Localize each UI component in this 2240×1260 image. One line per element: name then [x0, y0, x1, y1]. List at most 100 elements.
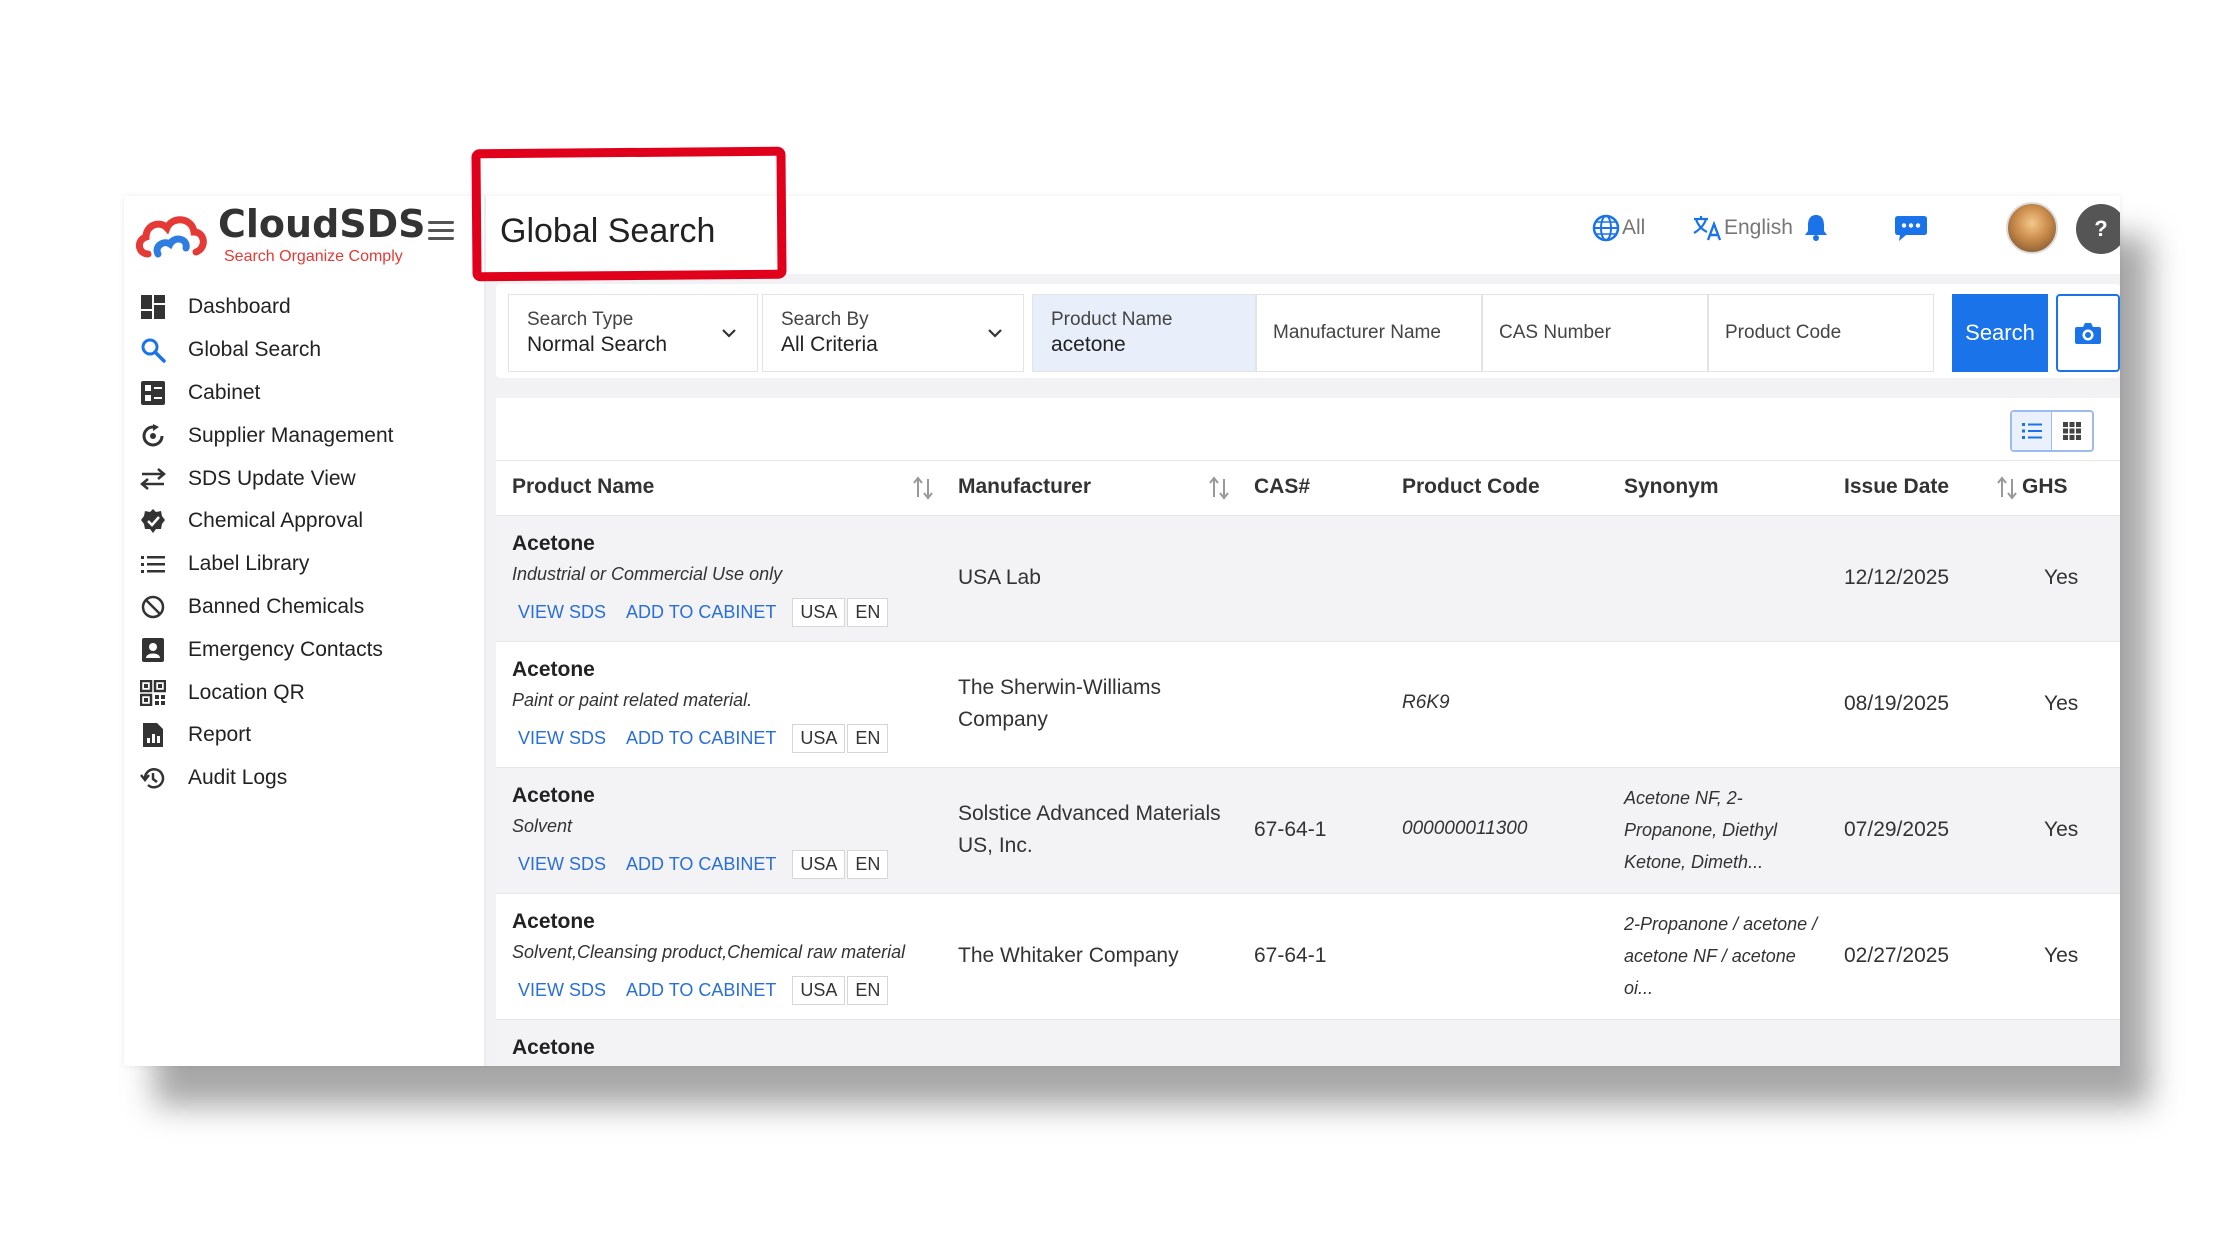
sidebar-item-report[interactable]: Report	[124, 714, 486, 757]
issue-date-cell: 08/19/2025	[1844, 692, 1950, 715]
camera-search-button[interactable]	[2056, 294, 2120, 372]
grid-view-button[interactable]	[2052, 412, 2092, 450]
sidebar-item-label-library[interactable]: Label Library	[124, 543, 486, 586]
product-use: Industrial or Commercial Use only	[512, 564, 783, 584]
add-to-cabinet-link[interactable]: ADD TO CABINET	[620, 598, 782, 627]
view-sds-link[interactable]: VIEW SDS	[512, 850, 612, 879]
sidebar-item-label: SDS Update View	[188, 466, 356, 490]
product-name: Acetone	[512, 658, 595, 681]
sidebar-item-label: Emergency Contacts	[188, 637, 383, 661]
search-type-select[interactable]: Search Type Normal Search	[508, 294, 758, 372]
search-by-label: Search By	[781, 309, 869, 330]
synonym-cell: Acetone NF, 2-Propanone, Diethyl Ketone,…	[1624, 788, 1778, 872]
add-to-cabinet-link[interactable]: ADD TO CABINET	[620, 850, 782, 879]
sidebar-item-audit-logs[interactable]: Audit Logs	[124, 757, 486, 800]
ghs-cell: Yes	[2044, 692, 2079, 715]
chevron-down-icon	[722, 329, 736, 338]
cas-number-input[interactable]: CAS Number	[1482, 294, 1708, 372]
product-name: Acetone	[512, 784, 595, 807]
sidebar-item-chemical-approval[interactable]: Chemical Approval	[124, 500, 486, 543]
language-chip: EN	[847, 598, 889, 627]
main-content: Search Type Normal Search Search By All …	[486, 274, 2120, 1066]
sidebar-item-supplier-management[interactable]: Supplier Management	[124, 414, 486, 457]
chevron-down-icon	[988, 329, 1002, 338]
messages-button[interactable]	[1894, 214, 1928, 242]
view-sds-link[interactable]: VIEW SDS	[512, 598, 612, 627]
product-name: Acetone	[512, 910, 595, 933]
qr-code-icon	[138, 678, 168, 708]
language-chip: EN	[847, 724, 889, 753]
sidebar-item-emergency-contacts[interactable]: Emergency Contacts	[124, 628, 486, 671]
sort-icon[interactable]	[1208, 475, 1230, 501]
list-icon	[138, 549, 168, 579]
column-product-code: Product Code	[1402, 475, 1540, 498]
search-bar: Search Type Normal Search Search By All …	[496, 284, 2120, 378]
notifications-button[interactable]	[1802, 212, 1830, 242]
column-product-name[interactable]: Product Name	[512, 475, 654, 499]
sidebar-item-label: Chemical Approval	[188, 509, 364, 533]
view-sds-link[interactable]: VIEW SDS	[512, 724, 612, 753]
avatar[interactable]	[2006, 202, 2058, 254]
brand-tagline: Search Organize Comply	[224, 248, 403, 265]
chat-icon	[1895, 216, 1927, 241]
sidebar-item-label: Label Library	[188, 552, 310, 576]
dashboard-icon	[138, 292, 168, 322]
sidebar-item-dashboard[interactable]: Dashboard	[124, 286, 486, 329]
brand-logo[interactable]: CloudSDS Search Organize Comply	[134, 200, 474, 270]
cas-cell: 67-64-1	[1254, 818, 1327, 841]
product-name-input[interactable]: Product Name acetone	[1032, 294, 1256, 372]
product-code-input[interactable]: Product Code	[1708, 294, 1934, 372]
hamburger-menu-icon[interactable]	[426, 216, 456, 246]
search-icon	[138, 335, 168, 365]
search-button[interactable]: Search	[1952, 294, 2048, 372]
list-view-button[interactable]	[2012, 412, 2052, 450]
table-header: Product Name Manufacturer CAS# Product C…	[496, 460, 2120, 516]
sidebar-item-label: Location QR	[188, 680, 305, 704]
language-selector[interactable]: English	[1692, 214, 1793, 242]
contacts-icon	[138, 635, 168, 665]
sidebar-nav: Dashboard Global Search Cabinet Supplier…	[124, 286, 486, 800]
sidebar-item-label: Report	[188, 723, 252, 747]
region-chip: USA	[792, 724, 846, 753]
column-issue-date[interactable]: Issue Date	[1844, 475, 1949, 499]
top-bar: Global Search All English ?	[486, 196, 2120, 274]
sidebar-item-banned-chemicals[interactable]: Banned Chemicals	[124, 586, 486, 629]
table-row: Acetone	[496, 1020, 2120, 1066]
sort-icon[interactable]	[912, 475, 934, 501]
sort-icon[interactable]	[1996, 475, 2018, 501]
sidebar-item-label: Supplier Management	[188, 423, 394, 447]
grid-view-icon	[2063, 422, 2081, 440]
sidebar-item-sds-update-view[interactable]: SDS Update View	[124, 457, 486, 500]
cabinet-icon	[138, 378, 168, 408]
search-by-value: All Criteria	[781, 333, 878, 356]
column-manufacturer[interactable]: Manufacturer	[958, 475, 1091, 499]
product-use: Solvent,Cleansing product,Chemical raw m…	[512, 942, 906, 962]
sidebar-item-label: Banned Chemicals	[188, 594, 365, 618]
manufacturer-name-input[interactable]: Manufacturer Name	[1256, 294, 1482, 372]
manufacturer-cell: Solstice Advanced Materials US, Inc.	[958, 802, 1221, 857]
product-use: Solvent	[512, 816, 573, 836]
sidebar-item-global-search[interactable]: Global Search	[124, 329, 486, 372]
column-cas: CAS#	[1254, 475, 1311, 498]
approval-badge-icon	[138, 506, 168, 536]
bell-icon	[1805, 215, 1827, 241]
help-icon[interactable]: ?	[2076, 204, 2120, 254]
sidebar-item-location-qr[interactable]: Location QR	[124, 671, 486, 714]
view-sds-link[interactable]: VIEW SDS	[512, 976, 612, 1005]
translate-icon	[1693, 216, 1722, 241]
brand-name: CloudSDS	[218, 202, 426, 246]
table-body: Acetone Industrial or Commercial Use onl…	[496, 516, 2120, 1066]
search-by-select[interactable]: Search By All Criteria	[762, 294, 1024, 372]
list-view-icon	[2021, 423, 2042, 439]
add-to-cabinet-link[interactable]: ADD TO CABINET	[620, 976, 782, 1005]
ghs-cell: Yes	[2044, 944, 2079, 967]
add-to-cabinet-link[interactable]: ADD TO CABINET	[620, 724, 782, 753]
search-type-value: Normal Search	[527, 333, 668, 356]
issue-date-cell: 12/12/2025	[1844, 566, 1950, 589]
region-selector[interactable]: All	[1592, 214, 1645, 242]
row-actions: VIEW SDS ADD TO CABINET USA EN	[512, 850, 889, 879]
sidebar-item-cabinet[interactable]: Cabinet	[124, 372, 486, 415]
column-ghs: GHS	[2022, 475, 2068, 498]
table-row: Acetone Paint or paint related material.…	[496, 642, 2120, 768]
row-actions: VIEW SDS ADD TO CABINET USA EN	[512, 976, 889, 1005]
